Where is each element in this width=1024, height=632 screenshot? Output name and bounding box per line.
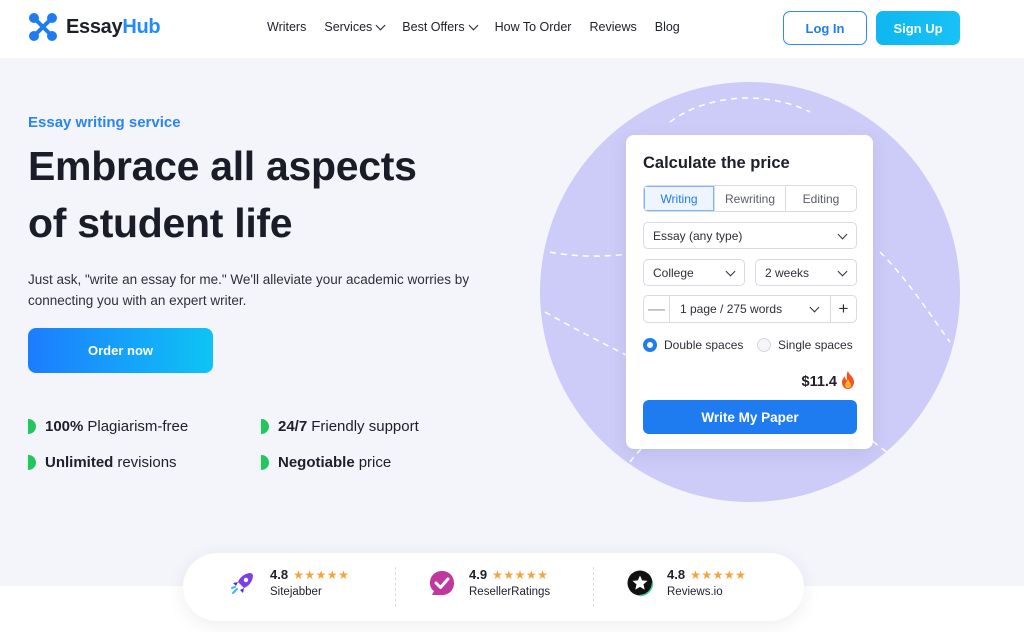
logo-text: EssayHub bbox=[66, 15, 161, 38]
pages-select[interactable]: 1 page / 275 words bbox=[670, 296, 830, 322]
nav-blog[interactable]: Blog bbox=[655, 20, 680, 34]
chevron-down-icon bbox=[837, 266, 848, 277]
feature-bold: 100% bbox=[45, 418, 84, 435]
rocket-icon bbox=[229, 569, 257, 597]
feature-plagiarism-free: 100% Plagiarism-free bbox=[26, 418, 189, 435]
rating-score: 4.9 bbox=[469, 567, 488, 582]
chevron-down-icon bbox=[468, 20, 479, 30]
chevron-down-icon bbox=[809, 302, 820, 313]
price-display: $11.4 bbox=[802, 371, 857, 393]
rating-source: Sitejabber bbox=[270, 586, 322, 598]
calculator-title: Calculate the price bbox=[643, 154, 790, 172]
order-now-button[interactable]: Order now bbox=[28, 328, 213, 373]
divider bbox=[395, 567, 396, 607]
chevron-down-icon bbox=[725, 266, 736, 277]
radio-label: Double spaces bbox=[664, 338, 744, 352]
feature-support: 24/7 Friendly support bbox=[259, 418, 419, 435]
hero-description: Just ask, "write an essay for me." We'll… bbox=[28, 272, 470, 308]
feature-bold: Unlimited bbox=[45, 454, 114, 471]
rating-score: 4.8 bbox=[667, 567, 686, 582]
headline-line-2: of student life bbox=[28, 200, 293, 246]
signup-button[interactable]: Sign Up bbox=[876, 11, 960, 45]
star-badge-icon bbox=[626, 569, 654, 597]
feature-price: Negotiable price bbox=[259, 454, 392, 471]
site-header: EssayHub Writers Services Best Offers Ho… bbox=[0, 0, 1024, 58]
feature-revisions: Unlimited revisions bbox=[26, 454, 177, 471]
pages-value: 1 page / 275 words bbox=[680, 302, 783, 316]
rating-score: 4.8 bbox=[270, 567, 289, 582]
nav-reviews[interactable]: Reviews bbox=[589, 20, 636, 34]
rating-sitejabber[interactable]: 4.8 ★★★★★ Sitejabber bbox=[229, 567, 349, 598]
academic-level-select[interactable]: College bbox=[643, 259, 745, 286]
feature-bullet-icon bbox=[26, 419, 36, 434]
rating-reviewsio[interactable]: 4.8 ★★★★★ Reviews.io bbox=[626, 567, 746, 598]
academic-level-value: College bbox=[653, 265, 694, 280]
tab-rewriting[interactable]: Rewriting bbox=[714, 186, 785, 211]
nav-how-to-order[interactable]: How To Order bbox=[495, 20, 572, 34]
radio-single-spaces[interactable]: Single spaces bbox=[757, 338, 853, 352]
deadline-value: 2 weeks bbox=[765, 265, 810, 280]
tab-editing[interactable]: Editing bbox=[785, 186, 856, 211]
divider bbox=[593, 567, 594, 607]
price-calculator: Calculate the price Writing Rewriting Ed… bbox=[626, 135, 873, 449]
feature-text: Plagiarism-free bbox=[87, 418, 189, 435]
feature-bold: 24/7 bbox=[278, 418, 308, 435]
feature-text: revisions bbox=[117, 454, 177, 471]
pages-stepper: — 1 page / 275 words + bbox=[643, 295, 857, 323]
service-tabs: Writing Rewriting Editing bbox=[643, 185, 857, 212]
rating-source: Reviews.io bbox=[667, 586, 723, 598]
feature-bullet-icon bbox=[259, 455, 269, 470]
feature-text: Friendly support bbox=[311, 418, 419, 435]
check-bubble-icon bbox=[428, 569, 456, 597]
nav-writers[interactable]: Writers bbox=[267, 20, 306, 34]
tab-writing[interactable]: Writing bbox=[644, 186, 714, 211]
increase-pages-button[interactable]: + bbox=[830, 296, 856, 322]
feature-bullet-icon bbox=[26, 455, 36, 470]
nav-services[interactable]: Services bbox=[324, 20, 386, 34]
rating-resellerratings[interactable]: 4.9 ★★★★★ ResellerRatings bbox=[428, 567, 550, 598]
nav-best-offers[interactable]: Best Offers bbox=[402, 20, 479, 34]
feature-bold: Negotiable bbox=[278, 454, 355, 471]
deadline-select[interactable]: 2 weeks bbox=[755, 259, 857, 286]
ratings-bar: 4.8 ★★★★★ Sitejabber 4.9 ★★★★★ ResellerRat… bbox=[183, 553, 804, 621]
hero-section: Essay writing service Embrace all aspect… bbox=[0, 58, 1024, 586]
feature-bullet-icon bbox=[259, 419, 269, 434]
radio-checked-icon bbox=[643, 338, 657, 352]
fire-icon bbox=[840, 371, 856, 393]
paper-type-value: Essay (any type) bbox=[653, 228, 743, 243]
radio-label: Single spaces bbox=[778, 338, 853, 352]
decrease-pages-button[interactable]: — bbox=[644, 296, 670, 322]
rating-stars: ★★★★★ bbox=[293, 567, 350, 582]
logo[interactable]: EssayHub bbox=[28, 12, 161, 42]
hero-eyebrow: Essay writing service bbox=[28, 114, 181, 131]
radio-unchecked-icon bbox=[757, 338, 771, 352]
price-value: $11.4 bbox=[801, 374, 838, 390]
rating-stars: ★★★★★ bbox=[690, 567, 747, 582]
paper-type-select[interactable]: Essay (any type) bbox=[643, 222, 857, 249]
main-nav: Writers Services Best Offers How To Orde… bbox=[267, 20, 698, 34]
headline-line-1: Embrace all aspects bbox=[28, 143, 417, 189]
logo-icon bbox=[28, 12, 58, 42]
hero-headline: Embrace all aspects of student life bbox=[28, 138, 508, 252]
write-my-paper-button[interactable]: Write My Paper bbox=[643, 400, 857, 434]
rating-stars: ★★★★★ bbox=[492, 567, 549, 582]
feature-text: price bbox=[358, 454, 392, 471]
chevron-down-icon bbox=[837, 229, 848, 240]
radio-double-spaces[interactable]: Double spaces bbox=[643, 338, 743, 352]
rating-source: ResellerRatings bbox=[469, 586, 551, 598]
login-button[interactable]: Log In bbox=[783, 11, 867, 45]
chevron-down-icon bbox=[375, 20, 386, 30]
